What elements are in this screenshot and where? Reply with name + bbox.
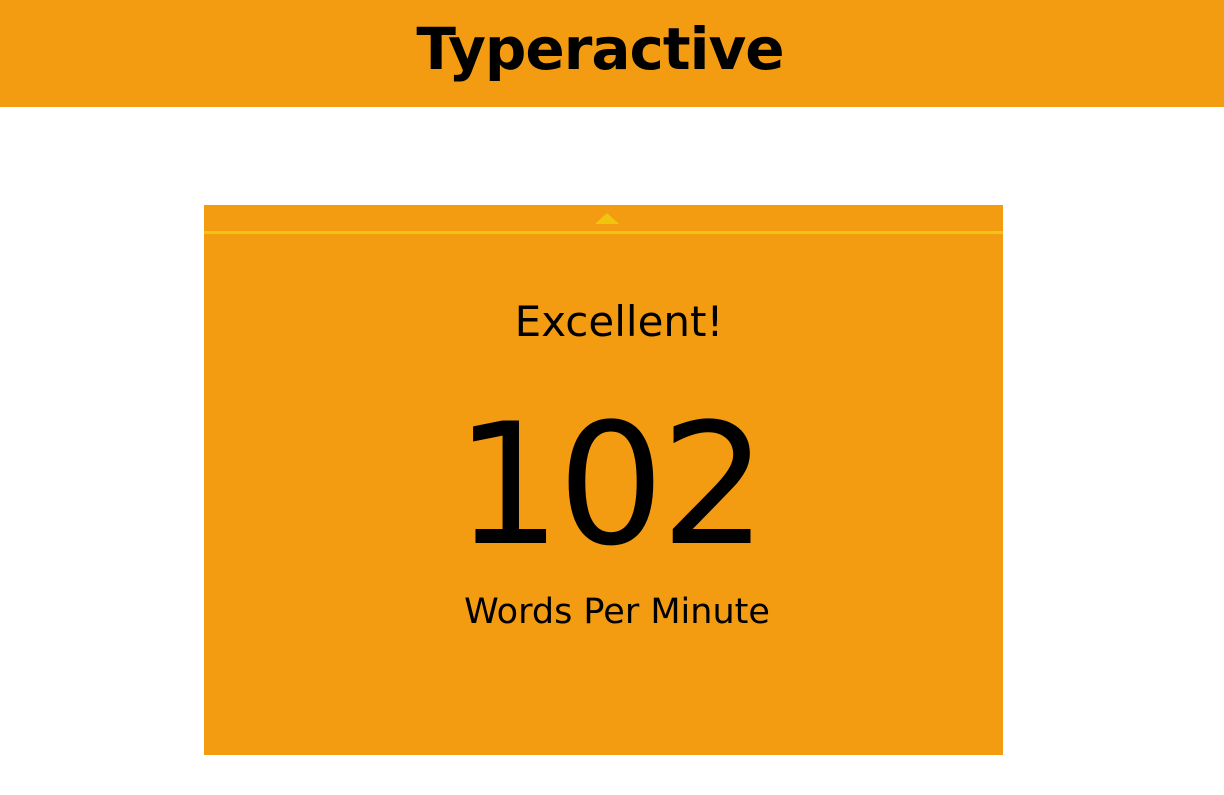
wpm-value: 102 [454, 387, 768, 583]
rating-text: Excellent! [514, 297, 724, 346]
app-header: Typeractive [0, 0, 1224, 107]
card-divider [204, 231, 1003, 234]
wpm-label: Words Per Minute [464, 592, 770, 632]
caret-up-icon[interactable] [595, 213, 619, 224]
result-card: Excellent! 102 Words Per Minute [204, 205, 1003, 755]
app-title: Typeractive [416, 15, 784, 83]
